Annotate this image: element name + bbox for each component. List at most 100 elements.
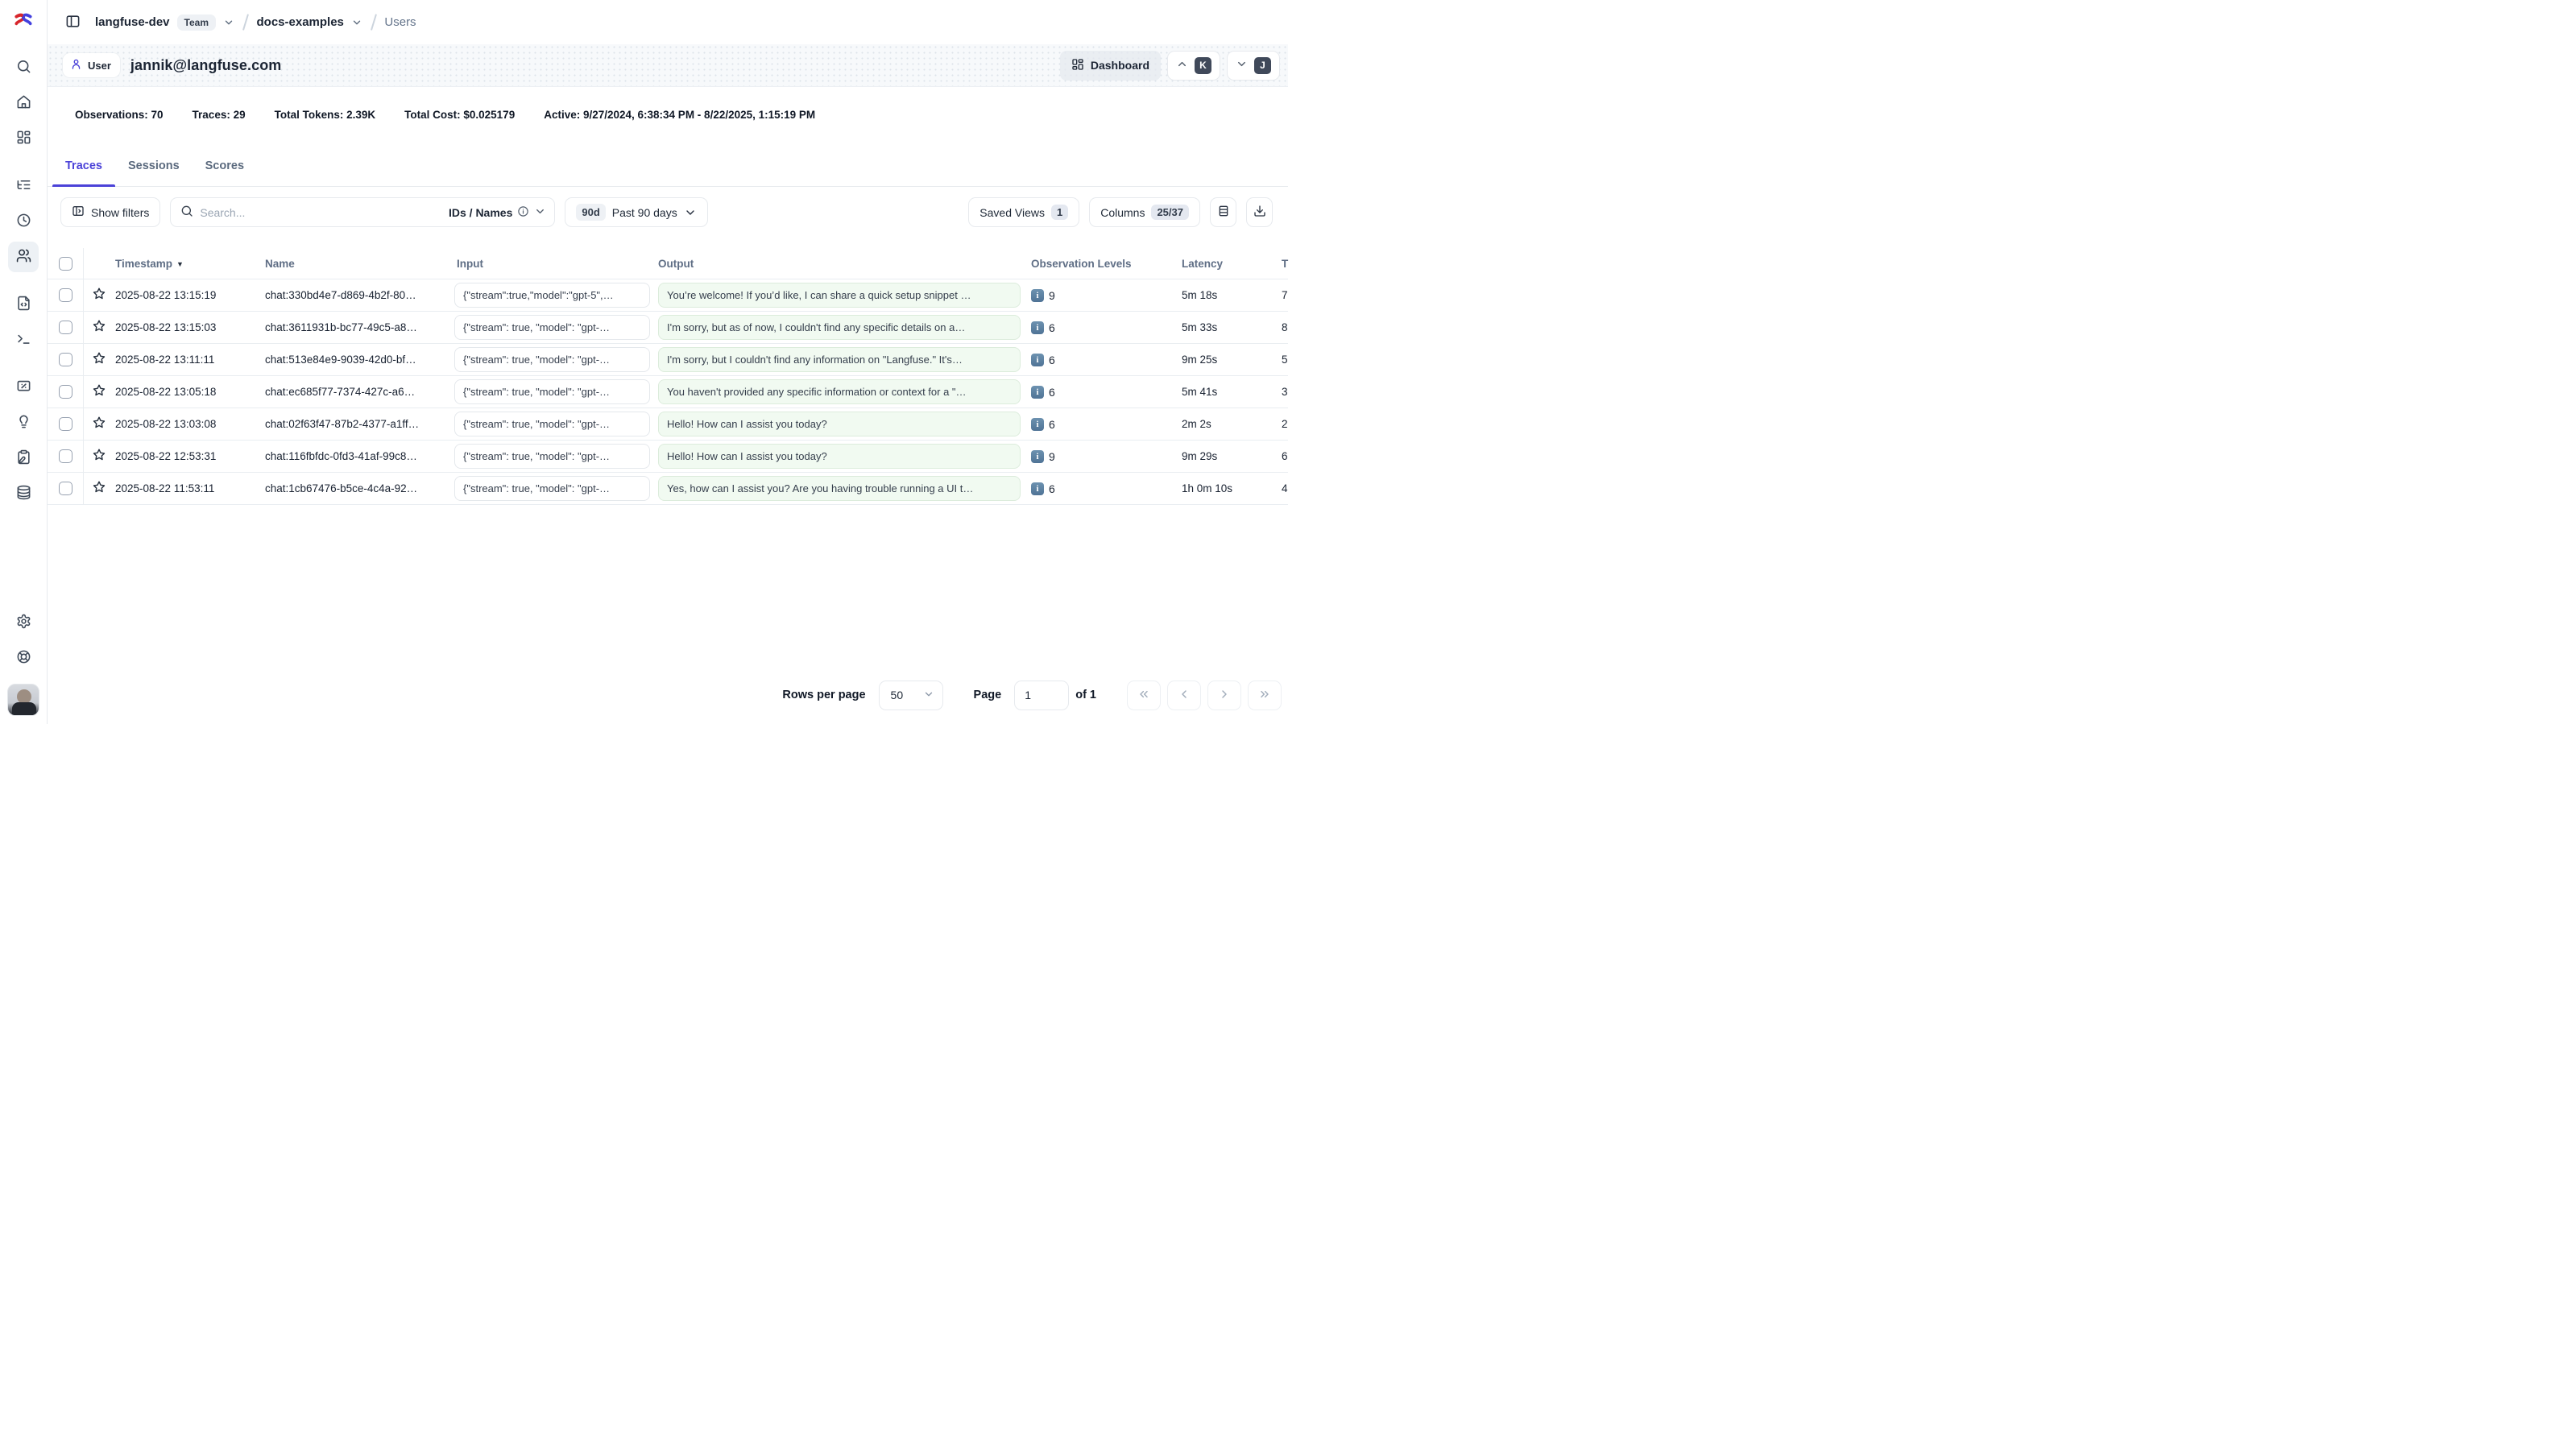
row-height-button[interactable] xyxy=(1210,197,1236,227)
dashboard-grid-icon xyxy=(1071,58,1084,73)
file-code-icon xyxy=(16,296,31,313)
bookmark-star-button[interactable] xyxy=(90,350,108,370)
row-checkbox[interactable] xyxy=(59,353,72,366)
account-avatar[interactable] xyxy=(7,684,39,716)
sidebar-item-annotation[interactable] xyxy=(8,443,39,474)
table-row[interactable]: 2025-08-22 11:53:11 chat:1cb67476-b5ce-4… xyxy=(48,473,1288,505)
last-page-button[interactable] xyxy=(1248,681,1282,710)
clock-icon xyxy=(16,213,31,230)
previous-page-button[interactable] xyxy=(1167,681,1201,710)
saved-views-button[interactable]: Saved Views 1 xyxy=(968,197,1079,227)
breadcrumb-org[interactable]: langfuse-dev xyxy=(95,15,170,29)
observation-count: 6 xyxy=(1049,482,1055,495)
cell-output: I'm sorry, but as of now, I couldn't fin… xyxy=(654,315,1023,340)
column-header-timestamp[interactable]: Timestamp▼ xyxy=(114,258,263,270)
star-icon xyxy=(92,416,106,432)
row-checkbox[interactable] xyxy=(59,288,72,302)
search-scope-select[interactable]: IDs / Names xyxy=(449,205,546,220)
search-icon xyxy=(16,59,31,77)
sidebar-item-support[interactable] xyxy=(8,643,39,673)
tab-sessions[interactable]: Sessions xyxy=(115,159,193,186)
output-preview: Hello! How can I assist you today? xyxy=(658,444,1021,469)
table-row[interactable]: 2025-08-22 13:15:03 chat:3611931b-bc77-4… xyxy=(48,312,1288,344)
rows-per-page-value: 50 xyxy=(891,689,904,701)
search-icon xyxy=(180,205,193,220)
sidebar-item-home[interactable] xyxy=(8,88,39,118)
bookmark-star-button[interactable] xyxy=(90,382,108,402)
empty-space xyxy=(48,505,1288,676)
breadcrumb-project[interactable]: docs-examples xyxy=(257,15,344,29)
next-item-button[interactable]: J xyxy=(1227,51,1280,81)
row-checkbox[interactable] xyxy=(59,385,72,399)
sidebar-item-playground[interactable] xyxy=(8,325,39,355)
search-input[interactable] xyxy=(200,206,442,219)
list-tree-icon xyxy=(16,177,31,195)
bookmark-star-button[interactable] xyxy=(90,446,108,466)
observation-level-info-badge: i xyxy=(1031,418,1044,431)
page-number-input[interactable] xyxy=(1014,681,1069,710)
sidebar-toggle-button[interactable] xyxy=(62,10,84,35)
toolbar-right: Saved Views 1 Columns 25/37 xyxy=(968,197,1273,227)
table-row[interactable]: 2025-08-22 13:15:19 chat:330bd4e7-d869-4… xyxy=(48,279,1288,312)
table-row[interactable]: 2025-08-22 13:03:08 chat:02f63f47-87b2-4… xyxy=(48,408,1288,441)
sidebar-item-datasets[interactable] xyxy=(8,478,39,509)
cell-input: {"stream": true, "model": "gpt-… xyxy=(449,412,654,436)
users-icon xyxy=(16,248,31,266)
show-filters-button[interactable]: Show filters xyxy=(60,197,160,227)
sidebar-item-sessions[interactable] xyxy=(8,206,39,237)
terminal-icon xyxy=(16,331,31,349)
sidebar-item-dashboards[interactable] xyxy=(8,123,39,154)
dashboard-button[interactable]: Dashboard xyxy=(1060,51,1161,81)
breadcrumb-separator xyxy=(242,14,249,31)
sidebar-item-users[interactable] xyxy=(8,242,39,272)
row-checkbox[interactable] xyxy=(59,417,72,431)
columns-label: Columns xyxy=(1100,206,1145,219)
sidebar-item-evaluation[interactable] xyxy=(8,372,39,403)
cell-latency: 5m 18s xyxy=(1172,289,1273,301)
shortcut-key-k: K xyxy=(1195,57,1211,74)
select-all-checkbox[interactable] xyxy=(59,257,72,271)
tab-traces[interactable]: Traces xyxy=(52,159,115,186)
bookmark-star-button[interactable] xyxy=(90,478,108,499)
sidebar-item-search[interactable] xyxy=(8,52,39,83)
rows-per-page-select[interactable]: 50 xyxy=(879,681,943,710)
observation-level-info-badge: i xyxy=(1031,450,1044,463)
cell-latency: 1h 0m 10s xyxy=(1172,482,1273,494)
row-checkbox[interactable] xyxy=(59,482,72,495)
topbar: langfuse-dev Team docs-examples Users xyxy=(48,0,1288,44)
export-button[interactable] xyxy=(1246,197,1273,227)
row-checkbox[interactable] xyxy=(59,449,72,463)
tab-scores[interactable]: Scores xyxy=(193,159,257,186)
row-checkbox[interactable] xyxy=(59,321,72,334)
cell-input: {"stream": true, "model": "gpt-… xyxy=(449,379,654,404)
chevron-down-icon[interactable] xyxy=(351,17,362,28)
bookmark-star-button[interactable] xyxy=(90,317,108,337)
cell-timestamp: 2025-08-22 13:03:08 xyxy=(114,418,263,430)
chevron-down-icon[interactable] xyxy=(223,17,234,28)
first-page-button[interactable] xyxy=(1127,681,1161,710)
next-page-button[interactable] xyxy=(1207,681,1241,710)
row-select-cell xyxy=(48,344,84,375)
sidebar-item-suggestions[interactable] xyxy=(8,408,39,438)
previous-item-button[interactable]: K xyxy=(1167,51,1220,81)
bookmark-star-button[interactable] xyxy=(90,285,108,305)
chevron-down-icon xyxy=(923,689,934,702)
bookmark-star-button[interactable] xyxy=(90,414,108,434)
sidebar-item-settings[interactable] xyxy=(8,607,39,638)
date-range-select[interactable]: 90d Past 90 days xyxy=(565,197,707,227)
table-header-row: Timestamp▼ Name Input Output Observation… xyxy=(48,248,1288,279)
sidebar-item-prompts[interactable] xyxy=(8,289,39,320)
observation-count: 9 xyxy=(1049,450,1055,463)
star-icon xyxy=(92,287,106,304)
column-header-latency[interactable]: Latency xyxy=(1172,258,1273,270)
gear-icon xyxy=(16,614,31,631)
columns-button[interactable]: Columns 25/37 xyxy=(1089,197,1200,227)
cell-output: You haven't provided any specific inform… xyxy=(654,379,1023,404)
breadcrumb-separator xyxy=(371,14,377,31)
table-row[interactable]: 2025-08-22 13:05:18 chat:ec685f77-7374-4… xyxy=(48,376,1288,408)
table-row[interactable]: 2025-08-22 13:11:11 chat:513e84e9-9039-4… xyxy=(48,344,1288,376)
column-header-output: Output xyxy=(654,258,1023,270)
chevron-down-icon xyxy=(1236,58,1248,72)
table-row[interactable]: 2025-08-22 12:53:31 chat:116fbfdc-0fd3-4… xyxy=(48,441,1288,473)
sidebar-item-tracing[interactable] xyxy=(8,171,39,201)
